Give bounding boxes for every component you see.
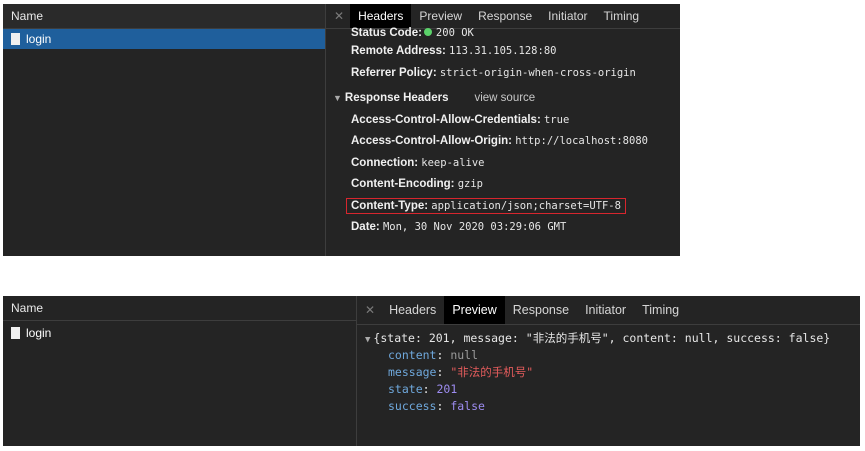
request-name: login xyxy=(26,32,52,46)
header-referrer-policy: Referrer Policy: strict-origin-when-cros… xyxy=(351,66,636,79)
details-pane: ✕ Headers Preview Response Initiator Tim… xyxy=(357,296,860,446)
json-field-message: message: "非法的手机号" xyxy=(388,365,534,379)
details-tabbar: ✕ Headers Preview Response Initiator Tim… xyxy=(357,296,860,325)
json-field-content: content: null xyxy=(388,348,479,362)
header-content-encoding: Content-Encoding: gzip xyxy=(351,178,483,190)
triangle-down-icon[interactable]: ▼ xyxy=(365,335,370,345)
header-connection: Connection: keep-alive xyxy=(351,156,485,169)
close-icon[interactable]: ✕ xyxy=(326,9,350,23)
name-column-header[interactable]: Name xyxy=(3,4,325,29)
highlight-box: Content-Type: application/json;charset=U… xyxy=(346,197,626,214)
header-acao: Access-Control-Allow-Origin: http://loca… xyxy=(351,135,648,147)
close-icon[interactable]: ✕ xyxy=(357,303,381,317)
status-ok-icon xyxy=(423,28,432,36)
header-date: Date: Mon, 30 Nov 2020 03:29:06 GMT xyxy=(351,221,567,233)
name-column-header[interactable]: Name xyxy=(3,296,356,321)
details-pane: ✕ Headers Preview Response Initiator Tim… xyxy=(326,4,680,256)
json-field-state: state: 201 xyxy=(388,382,458,396)
top-devtools-panel: Name login ✕ Headers Preview Response In… xyxy=(3,4,680,256)
request-list: Name login xyxy=(3,296,357,446)
tab-initiator[interactable]: Initiator xyxy=(577,296,634,324)
headers-content: Status Code: 200 OK Remote Address: 113.3… xyxy=(326,25,680,239)
request-name: login xyxy=(26,326,52,340)
document-icon xyxy=(11,327,20,339)
json-preview: ▼ {state: 201, message: "非法的手机号", content… xyxy=(365,330,860,415)
document-icon xyxy=(11,33,20,45)
request-list: Name login xyxy=(3,4,326,256)
json-summary[interactable]: ▼ {state: 201, message: "非法的手机号", content… xyxy=(365,330,860,347)
tab-timing[interactable]: Timing xyxy=(634,296,687,324)
view-source-link[interactable]: view source xyxy=(474,92,535,104)
json-field-success: success: false xyxy=(388,399,485,413)
header-content-type: Content-Type: application/json;charset=U… xyxy=(326,196,680,218)
header-status-code: Status Code: 200 OK xyxy=(351,27,474,39)
request-row-login[interactable]: login xyxy=(3,323,356,343)
tab-preview[interactable]: Preview xyxy=(444,296,505,324)
tab-headers[interactable]: Headers xyxy=(381,296,444,324)
bottom-devtools-panel: Name login ✕ Headers Preview Response In… xyxy=(3,296,860,446)
header-acac: Access-Control-Allow-Credentials: true xyxy=(351,113,570,126)
triangle-down-icon[interactable]: ▼ xyxy=(333,93,342,103)
tab-response[interactable]: Response xyxy=(505,296,577,324)
request-row-login[interactable]: login xyxy=(3,29,325,49)
response-headers-section[interactable]: ▼ Response Headers view source xyxy=(326,88,680,110)
header-remote-address: Remote Address: 113.31.105.128:80 xyxy=(351,45,557,57)
